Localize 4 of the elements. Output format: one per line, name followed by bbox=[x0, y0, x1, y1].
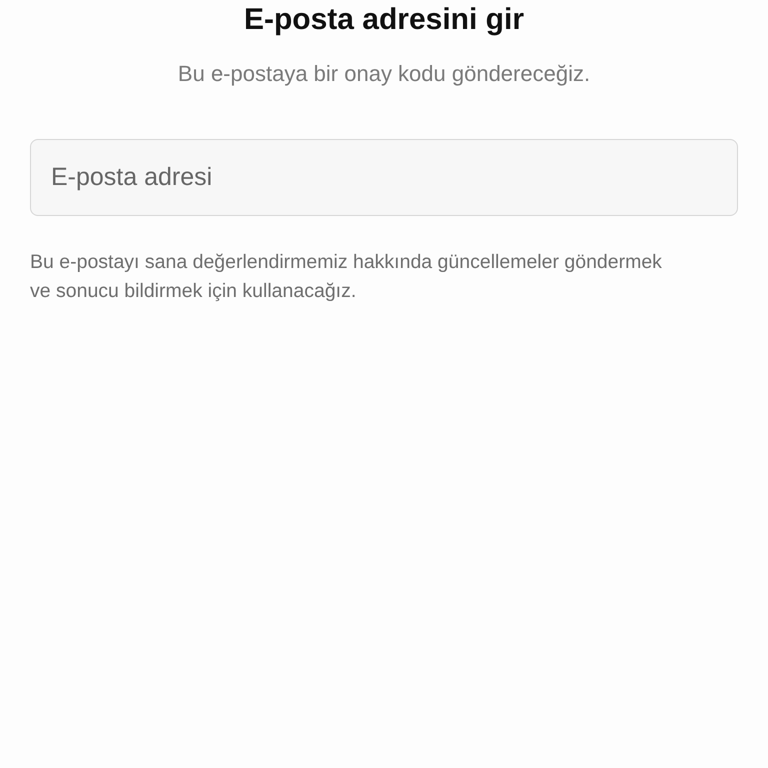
email-input-field[interactable]: E-posta adresi bbox=[30, 139, 738, 216]
page-title: E-posta adresini gir bbox=[244, 2, 524, 38]
info-text: Bu e-postayı sana değerlendirmemiz hakkında güncellemeler göndermek ve sonucu bildirmek için kullanacağız. bbox=[30, 250, 663, 304]
subtitle: Bu e-postaya bir onay kodu göndereceğiz. bbox=[178, 60, 590, 88]
